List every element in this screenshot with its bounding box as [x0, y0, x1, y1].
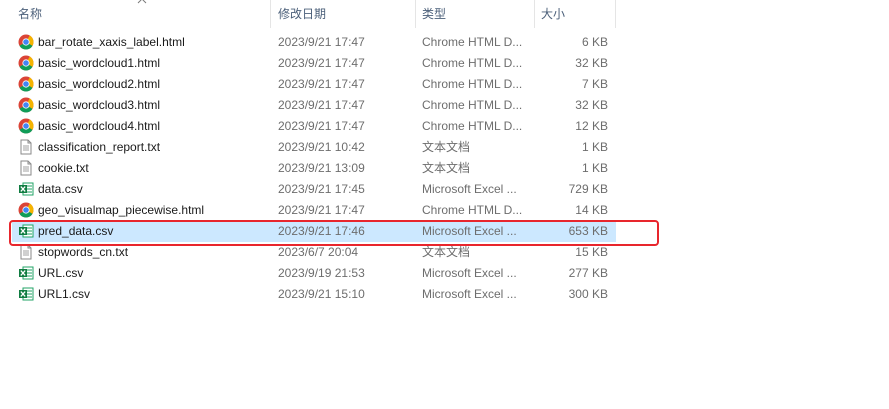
column-divider[interactable] — [615, 0, 616, 28]
file-type: Chrome HTML D... — [422, 203, 523, 217]
file-modified-date: 2023/9/21 17:47 — [278, 119, 365, 133]
file-type: Microsoft Excel ... — [422, 266, 517, 280]
file-type: Chrome HTML D... — [422, 35, 523, 49]
file-type: Chrome HTML D... — [422, 56, 523, 70]
column-header-date[interactable]: 修改日期 — [271, 0, 415, 28]
file-type: 文本文档 — [422, 140, 471, 154]
file-modified-date: 2023/9/21 17:47 — [278, 35, 365, 49]
file-type: Chrome HTML D... — [422, 77, 523, 91]
file-row[interactable]: URL1.csv 2023/9/21 15:10 Microsoft Excel .… — [12, 284, 660, 305]
file-name: URL1.csv — [38, 287, 91, 301]
file-size: 1 KB — [581, 140, 608, 154]
column-header-date-label: 修改日期 — [278, 7, 327, 21]
file-size: 277 KB — [568, 266, 608, 280]
column-header-type[interactable]: 类型 — [416, 0, 534, 28]
file-name: basic_wordcloud1.html — [38, 56, 161, 70]
column-header-type-label: 类型 — [422, 7, 447, 21]
file-name: basic_wordcloud3.html — [38, 98, 161, 112]
file-row[interactable]: URL.csv 2023/9/19 21:53 Microsoft Excel ..… — [12, 263, 660, 284]
column-header-name-label: 名称 — [18, 7, 43, 21]
file-size: 14 KB — [575, 203, 608, 217]
file-name: URL.csv — [38, 266, 84, 280]
file-size: 729 KB — [568, 182, 608, 196]
file-row[interactable]: basic_wordcloud2.html 2023/9/21 17:47 Chro… — [12, 74, 660, 95]
file-type: Chrome HTML D... — [422, 98, 523, 112]
file-type: Chrome HTML D... — [422, 119, 523, 133]
file-row[interactable]: bar_rotate_xaxis_label.html 2023/9/21 17:… — [12, 32, 660, 53]
column-header-size[interactable]: 大小 — [535, 0, 615, 28]
file-modified-date: 2023/9/21 17:45 — [278, 182, 365, 196]
file-row[interactable]: data.csv 2023/9/21 17:45 Microsoft Excel .… — [12, 179, 660, 200]
file-size: 1 KB — [581, 161, 608, 175]
file-modified-date: 2023/9/21 17:47 — [278, 98, 365, 112]
text-file-icon — [18, 160, 34, 176]
file-name: geo_visualmap_piecewise.html — [38, 203, 205, 217]
file-row[interactable]: basic_wordcloud4.html 2023/9/21 17:47 Chro… — [12, 116, 660, 137]
chrome-icon — [18, 76, 34, 92]
file-size: 300 KB — [568, 287, 608, 301]
file-name: bar_rotate_xaxis_label.html — [38, 35, 185, 49]
file-modified-date: 2023/9/21 17:47 — [278, 77, 365, 91]
column-header-name[interactable]: 名称 — [0, 0, 270, 28]
excel-icon — [18, 265, 34, 281]
chrome-icon — [18, 34, 34, 50]
file-modified-date: 2023/9/21 10:42 — [278, 140, 365, 154]
file-size: 32 KB — [575, 98, 608, 112]
file-modified-date: 2023/9/19 21:53 — [278, 266, 365, 280]
file-type: 文本文档 — [422, 161, 471, 175]
file-modified-date: 2023/9/21 13:09 — [278, 161, 365, 175]
column-header-size-label: 大小 — [541, 7, 566, 21]
chrome-icon — [18, 118, 34, 134]
file-size: 6 KB — [581, 35, 608, 49]
file-name: basic_wordcloud4.html — [38, 119, 161, 133]
sort-ascending-icon — [137, 0, 147, 4]
highlight-annotation-box — [9, 220, 659, 246]
file-size: 12 KB — [575, 119, 608, 133]
file-type: Microsoft Excel ... — [422, 182, 517, 196]
file-modified-date: 2023/9/21 15:10 — [278, 287, 365, 301]
chrome-icon — [18, 55, 34, 71]
text-file-icon — [18, 139, 34, 155]
file-row[interactable]: geo_visualmap_piecewise.html 2023/9/21 17… — [12, 200, 660, 221]
file-name: cookie.txt — [38, 161, 89, 175]
excel-icon — [18, 286, 34, 302]
file-type: Microsoft Excel ... — [422, 287, 517, 301]
chrome-icon — [18, 202, 34, 218]
file-row[interactable]: basic_wordcloud3.html 2023/9/21 17:47 Chro… — [12, 95, 660, 116]
file-modified-date: 2023/9/21 17:47 — [278, 56, 365, 70]
file-row[interactable]: basic_wordcloud1.html 2023/9/21 17:47 Chro… — [12, 53, 660, 74]
file-size: 32 KB — [575, 56, 608, 70]
file-name: classification_report.txt — [38, 140, 161, 154]
file-row[interactable]: cookie.txt 2023/9/21 13:09 文本文档 1 KB — [12, 158, 660, 179]
text-file-icon — [18, 244, 34, 260]
file-name: data.csv — [38, 182, 83, 196]
column-header-bar: 名称 修改日期 类型 大小 — [0, 0, 616, 28]
excel-icon — [18, 181, 34, 197]
file-modified-date: 2023/9/21 17:47 — [278, 203, 365, 217]
chrome-icon — [18, 97, 34, 113]
file-size: 7 KB — [581, 77, 608, 91]
file-row[interactable]: classification_report.txt 2023/9/21 10:42… — [12, 137, 660, 158]
file-explorer: 名称 修改日期 类型 大小 bar_rotate_xaxis_label.htm… — [0, 0, 889, 409]
file-name: basic_wordcloud2.html — [38, 77, 161, 91]
